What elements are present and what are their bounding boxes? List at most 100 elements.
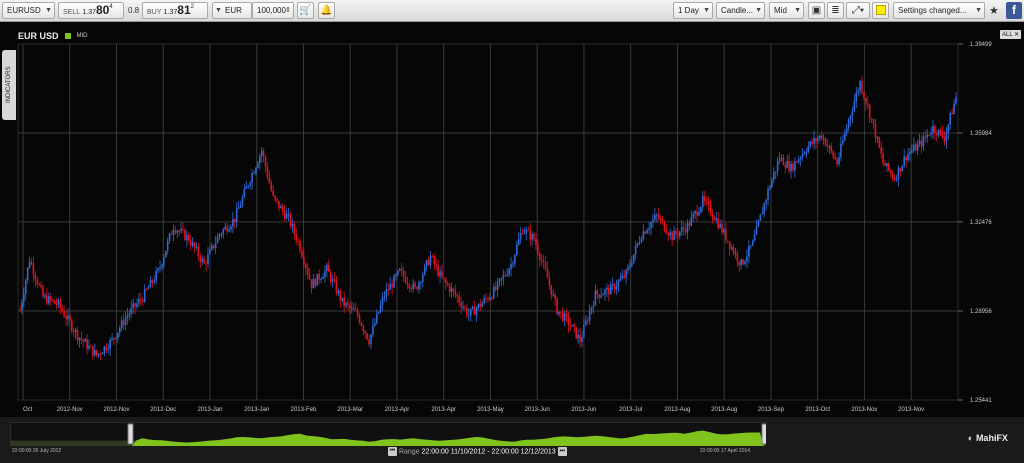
bell-icon[interactable]: 🔔 [318,2,335,19]
candle-body [468,315,470,317]
candle-body [306,268,309,275]
buy-button[interactable]: BUY 1.37812 [142,2,208,19]
candle-body [477,303,480,309]
range-next-icon[interactable]: ⏭ [557,447,567,456]
candle-body [74,329,77,333]
navigator: 22:00:00 26 July 2012 22:00:00 17 April … [0,417,1024,463]
candle-body [627,266,629,271]
candle-body [916,143,919,151]
all-button[interactable]: ALL ✕ [1000,30,1022,39]
candle-body [491,297,493,299]
candle-body [888,163,890,171]
candle-body [744,261,746,265]
candle-body [680,227,683,232]
symbol-select[interactable]: EURUSD ▼ [2,2,55,19]
settings-select[interactable]: Settings changed... ▼ [893,2,985,19]
candle-body [349,304,351,308]
candle-body [909,152,911,155]
candle-body [492,286,495,299]
chart-type-value: Candle... [721,6,754,15]
candle-body [648,228,650,231]
spread-value: 0.8 [128,6,140,15]
candle-body [694,211,696,214]
facebook-icon[interactable]: f [1006,2,1022,19]
candle-body [70,320,73,331]
range-value: 22:00:00 11/10/2012 - 22:00:00 12/12/201… [421,448,556,456]
chart-type-select[interactable]: Candle... ▼ [716,2,765,19]
stepper-icon[interactable]: ⇕ [285,3,291,18]
interval-select[interactable]: 1 Day ▼ [673,2,713,19]
candle-body [38,284,40,286]
candle-body [521,233,524,235]
candle-body [738,261,741,266]
candle-body [57,300,60,305]
candle-body [92,346,94,356]
candle-body [893,177,896,181]
price-type-select[interactable]: Mid ▼ [769,2,804,19]
candle-body [293,223,296,234]
draw-tool-icon[interactable]: ⤢▾ [846,2,870,19]
candle-body [487,298,489,300]
candle-body [749,245,752,247]
candle-body [19,309,21,311]
candle-body [853,101,856,112]
candle-body [761,213,764,215]
candle-body [266,166,269,177]
candle-body [884,163,886,167]
candle-body [260,150,263,156]
chart-area[interactable]: 1.39499 1.35984 1.32476 1.28956 1.25441 Oct 20… [0,22,1024,417]
candle-body [193,242,196,248]
chevron-down-icon: ▼ [794,7,801,14]
candle-body [684,229,687,233]
currency-select[interactable]: ▼ EUR [212,2,252,19]
candle-body [730,247,733,249]
amount-input[interactable]: 100,000 ⇕ [252,2,294,19]
candle-body [763,203,765,214]
candle-body [696,211,698,216]
candle-body [109,339,111,350]
indicators-tab[interactable]: INDICATORS [2,50,16,120]
candle-body [817,138,819,142]
color-picker-icon[interactable] [872,2,889,19]
candle-body [751,240,754,246]
candle-body [797,159,800,163]
chart-icon[interactable]: ▣ [808,2,825,19]
candle-body [49,296,52,300]
candle-body [232,218,234,227]
candle-body [951,112,953,115]
candle-body [239,205,242,208]
star-icon[interactable]: ★ [989,3,999,19]
candle-body [725,229,727,241]
candle-body [289,213,292,227]
candle-body [608,287,610,295]
candle-body [178,231,180,233]
candle-body [420,282,422,284]
sell-button[interactable]: SELL 1.37804 [58,2,124,19]
candle-body [228,229,230,232]
candle-body [78,337,81,341]
candle-body [772,172,775,180]
currency-value: EUR [225,6,242,15]
candle-body [220,233,223,235]
navigator-strip[interactable] [10,422,766,446]
candle-body [285,214,288,219]
candle-body [562,312,564,321]
candle-body [182,228,184,230]
candle-body [514,255,516,264]
candle-body [126,315,129,319]
candle-body [341,297,344,301]
candle-body [918,140,921,144]
candle-body [508,268,510,275]
candle-body [291,223,294,227]
candle-body [115,338,117,340]
range-prev-icon[interactable]: ⏮ [388,447,397,456]
cart-icon[interactable]: 🛒 [297,2,314,19]
price-chart[interactable]: 1.39499 1.35984 1.32476 1.28956 1.25441 Oct 20… [0,22,1024,417]
candle-body [34,274,37,280]
candle-body [721,223,723,233]
candle-body [905,156,907,160]
candle-body [224,226,227,230]
candle-body [255,167,257,174]
candle-body [748,245,750,257]
studies-icon[interactable]: ≣ [827,2,844,19]
